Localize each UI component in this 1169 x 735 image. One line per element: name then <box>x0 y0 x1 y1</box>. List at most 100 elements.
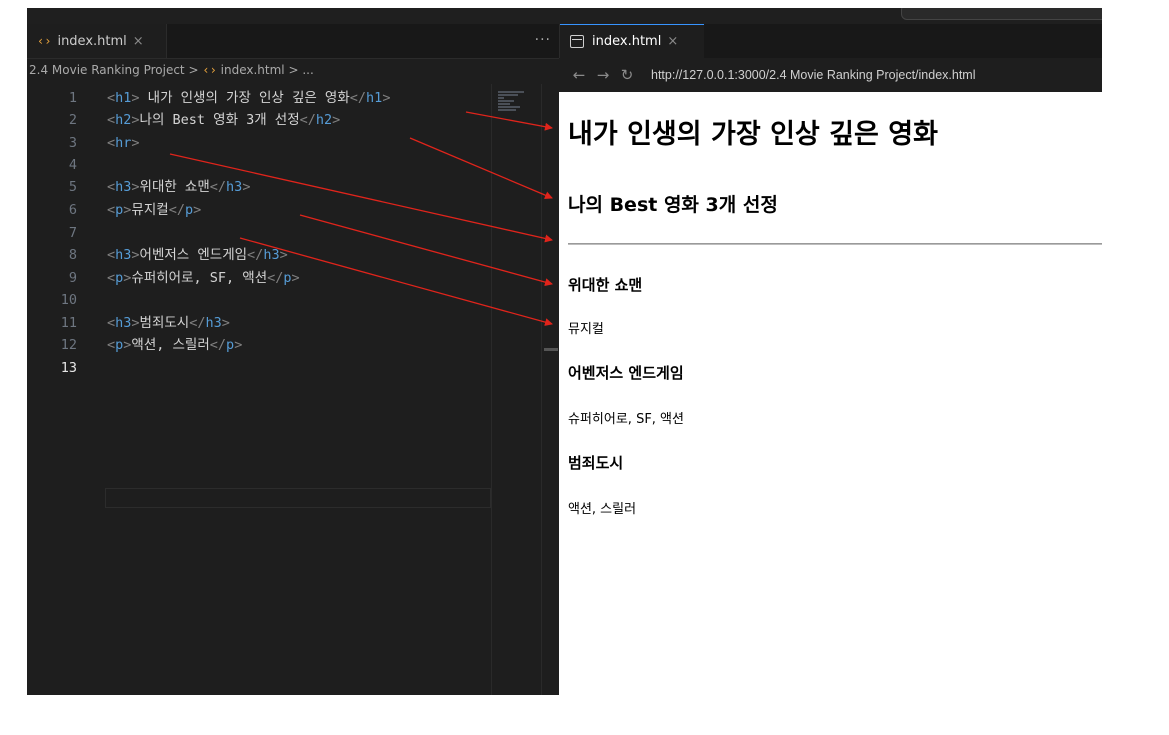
html-tag: <hr> <box>107 135 140 151</box>
command-center[interactable] <box>901 8 1102 20</box>
movie-genre: 뮤지컬 <box>568 322 604 337</box>
code-line[interactable]: 6 <p>뮤지컬</p> <box>27 199 491 221</box>
code-text: <h3>어벤저스 엔드게임</h3> <box>107 244 288 266</box>
code-editor[interactable]: 1 <h1> 내가 인생의 가장 인상 깊은 영화</h1> 2 <h2>나의 Bes… <box>27 84 491 695</box>
browser-toolbar: ← → ↻ http://127.0.0.1:3000/2.4 Movie Ra… <box>559 58 1102 92</box>
reload-icon[interactable]: ↻ <box>615 66 639 84</box>
breadcrumb-separator: > <box>288 63 299 77</box>
line-number: 3 <box>68 135 77 151</box>
back-arrow-icon[interactable]: ← <box>567 66 591 84</box>
line-number: 1 <box>68 90 77 106</box>
code-line[interactable]: 7 <box>27 222 491 244</box>
line-number: 9 <box>68 270 77 286</box>
code-line[interactable]: 4 <box>27 154 491 176</box>
more-actions-button[interactable]: ··· <box>535 32 551 48</box>
tab-preview-index-html[interactable]: index.html × <box>560 24 704 58</box>
html-tag: <p> <box>107 202 132 218</box>
title-bar <box>27 8 1102 24</box>
movie-title: 범죄도시 <box>568 454 624 472</box>
html-tag: </p> <box>168 202 202 218</box>
tag-content: 나의 Best 영화 3개 선정 <box>139 112 300 128</box>
html-file-icon: ‹› <box>37 34 52 48</box>
close-icon[interactable]: × <box>133 34 144 49</box>
html-tag: </p> <box>209 337 243 353</box>
line-number: 5 <box>68 179 77 195</box>
vscode-window: ‹› index.html × ··· 2.4 Movie Ranking Pr… <box>27 8 1102 695</box>
line-number: 4 <box>68 157 77 173</box>
forward-arrow-icon[interactable]: → <box>591 66 615 84</box>
tab-index-html[interactable]: ‹› index.html × <box>27 24 167 58</box>
code-text: <p>슈퍼히어로, SF, 액션</p> <box>107 267 300 289</box>
tag-content: 어벤저스 엔드게임 <box>139 247 248 263</box>
html-tag: </p> <box>267 270 300 286</box>
minimap[interactable] <box>491 84 542 695</box>
movie-title: 위대한 쇼맨 <box>568 276 643 294</box>
html-tag: <h1> <box>107 90 140 106</box>
breadcrumb-tail[interactable]: ... <box>302 63 313 77</box>
code-line[interactable]: 12 <p>액션, 스릴러</p> <box>27 334 491 356</box>
tag-content: 위대한 쇼맨 <box>139 179 210 195</box>
code-line[interactable]: 11 <h3>범죄도시</h3> <box>27 312 491 334</box>
movie-genre: 액션, 스릴러 <box>568 502 637 517</box>
line-number: 12 <box>60 337 77 353</box>
code-text: <h3>범죄도시</h3> <box>107 312 230 334</box>
horizontal-rule <box>568 243 1102 245</box>
line-number: 10 <box>60 292 77 308</box>
code-text: <h3>위대한 쇼맨</h3> <box>107 176 250 198</box>
editor-tab-bar: ‹› index.html × ··· <box>27 24 559 59</box>
code-text: <hr> <box>107 132 140 154</box>
html-tag: <p> <box>107 337 132 353</box>
html-tag: <h3> <box>107 247 140 263</box>
tag-content: 액션, 스릴러 <box>131 337 210 353</box>
tag-content: 뮤지컬 <box>131 202 169 218</box>
code-line[interactable]: 9 <p>슈퍼히어로, SF, 액션</p> <box>27 267 491 289</box>
line-number: 2 <box>68 112 77 128</box>
tag-content: 내가 인생의 가장 인상 깊은 영화 <box>139 90 350 106</box>
movie-genre: 슈퍼히어로, SF, 액션 <box>568 412 684 427</box>
code-line[interactable]: 3 <hr> <box>27 132 491 154</box>
html-tag: </h2> <box>299 112 341 128</box>
breadcrumb: 2.4 Movie Ranking Project > ‹› index.htm… <box>27 59 561 81</box>
line-number: 7 <box>68 225 77 241</box>
breadcrumb-folder[interactable]: 2.4 Movie Ranking Project <box>29 63 185 77</box>
breadcrumb-file[interactable]: index.html <box>221 63 285 77</box>
tab-label: index.html <box>592 34 662 49</box>
preview-page: 내가 인생의 가장 인상 깊은 영화 나의 Best 영화 3개 선정 위대한 … <box>559 92 1102 695</box>
close-icon[interactable]: × <box>667 34 678 49</box>
code-text: <p>액션, 스릴러</p> <box>107 334 242 356</box>
tab-label: index.html <box>57 33 127 49</box>
page-heading-h1: 내가 인생의 가장 인상 깊은 영화 <box>568 119 938 150</box>
preview-icon <box>570 35 584 48</box>
code-line[interactable]: 10 <box>27 289 491 311</box>
html-tag: <h2> <box>107 112 140 128</box>
current-line-highlight <box>105 488 491 508</box>
code-line[interactable]: 8 <h3>어벤저스 엔드게임</h3> <box>27 244 491 266</box>
page-heading-h2: 나의 Best 영화 3개 선정 <box>568 194 778 216</box>
html-file-icon: ‹› <box>202 63 217 77</box>
tag-content: 슈퍼히어로, SF, 액션 <box>131 270 268 286</box>
line-number: 8 <box>68 247 77 263</box>
line-number: 11 <box>60 315 77 331</box>
editor-scrollbar[interactable] <box>541 84 560 695</box>
html-tag: <h3> <box>107 179 140 195</box>
url-field[interactable]: http://127.0.0.1:3000/2.4 Movie Ranking … <box>651 68 976 82</box>
scrollbar-thumb[interactable] <box>544 348 558 351</box>
preview-tab-bar: index.html × <box>559 24 1102 58</box>
code-line[interactable]: 13 <box>27 357 491 379</box>
tag-content: 범죄도시 <box>139 315 190 331</box>
code-text: <h2>나의 Best 영화 3개 선정</h2> <box>107 109 340 131</box>
html-tag: <h3> <box>107 315 140 331</box>
code-line[interactable]: 5 <h3>위대한 쇼맨</h3> <box>27 176 491 198</box>
code-line[interactable]: 2 <h2>나의 Best 영화 3개 선정</h2> <box>27 109 491 131</box>
breadcrumb-separator: > <box>188 63 199 77</box>
html-tag: </h3> <box>209 179 251 195</box>
html-tag: <p> <box>107 270 132 286</box>
line-number: 13 <box>60 360 77 376</box>
movie-title: 어벤저스 엔드게임 <box>568 364 684 382</box>
html-tag: </h1> <box>349 90 391 106</box>
html-tag: </h3> <box>189 315 230 331</box>
line-number: 6 <box>68 202 77 218</box>
code-text: <h1> 내가 인생의 가장 인상 깊은 영화</h1> <box>107 87 390 109</box>
code-line[interactable]: 1 <h1> 내가 인생의 가장 인상 깊은 영화</h1> <box>27 87 491 109</box>
code-text: <p>뮤지컬</p> <box>107 199 201 221</box>
